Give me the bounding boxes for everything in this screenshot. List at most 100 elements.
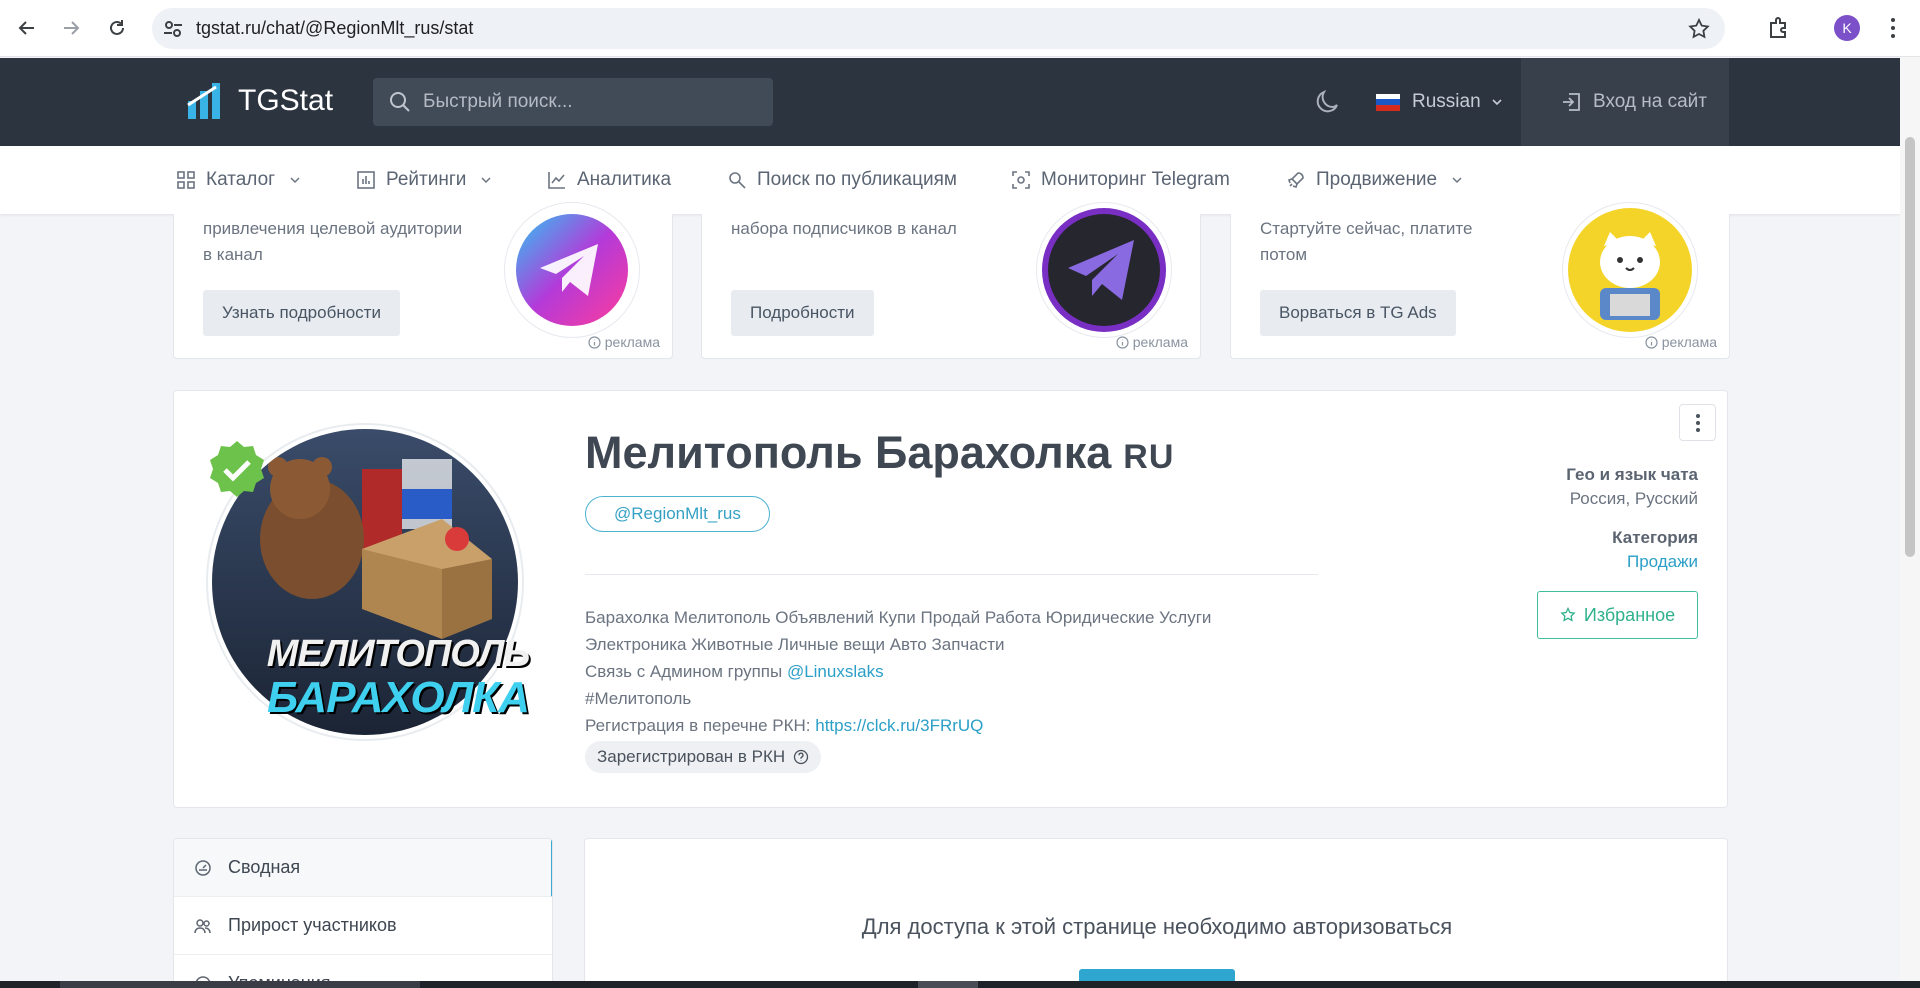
- nav-promotion-label: Продвижение: [1316, 169, 1438, 190]
- search-doc-icon: [729, 172, 746, 189]
- avatar-text-line2: БАРАХОЛКА: [266, 673, 530, 722]
- ad-marker: реклама: [1116, 334, 1188, 350]
- nav-analytics-label: Аналитика: [577, 169, 672, 190]
- reload-icon: [110, 20, 124, 35]
- channel-handle-link[interactable]: @RegionMlt_rus: [585, 496, 770, 532]
- ad-description: привлечения целевой аудитории в канал: [203, 219, 463, 264]
- ad-image[interactable]: [1562, 202, 1698, 338]
- ad-card: набора подписчиков в канал Подробности р…: [701, 202, 1201, 359]
- os-taskbar: [0, 981, 1920, 988]
- chevron-down-icon: [481, 177, 491, 184]
- rocket-icon: [1287, 172, 1304, 189]
- help-circle-icon: [794, 749, 809, 765]
- nav-telegram-monitoring-label: Мониторинг Telegram: [1041, 169, 1230, 190]
- url-text[interactable]: tgstat.ru/chat/@RegionMlt_rus/stat: [196, 8, 473, 49]
- arrow-right-icon: [64, 21, 80, 35]
- ad-details-button[interactable]: Подробности: [731, 290, 874, 336]
- nav-ratings[interactable]: Рейтинги: [356, 146, 492, 214]
- description-line: Связь с Админом группы @Linuxslaks: [585, 658, 1345, 685]
- info-icon: [588, 335, 601, 349]
- address-bar[interactable]: tgstat.ru/chat/@RegionMlt_rus/stat: [152, 8, 1725, 49]
- ad-card: привлечения целевой аудитории в канал Уз…: [173, 202, 673, 359]
- profile-avatar[interactable]: K: [1834, 15, 1860, 41]
- category-link[interactable]: Продажи: [1627, 552, 1698, 572]
- grid-icon: [177, 171, 195, 189]
- scrollbar-thumb[interactable]: [1905, 137, 1915, 557]
- ad-marker: реклама: [588, 334, 660, 350]
- bookmark-star-icon[interactable]: [1687, 17, 1711, 41]
- site-logo[interactable]: TGStat: [186, 80, 333, 122]
- login-label: Вход на сайт: [1593, 91, 1707, 112]
- nav-ratings-label: Рейтинги: [386, 169, 467, 190]
- channel-card: МЕЛИТОПОЛЬ БАРАХОЛКА Мелитополь Барахолк…: [173, 390, 1728, 808]
- sidebar-item-summary[interactable]: Сводная: [174, 839, 552, 897]
- ad-image[interactable]: [1036, 202, 1172, 338]
- auth-required-message: Для доступа к этой странице необходимо а…: [861, 914, 1453, 939]
- ad-marker: реклама: [1645, 334, 1717, 350]
- main-panel: Для доступа к этой странице необходимо а…: [584, 838, 1728, 988]
- ad-card: Стартуйте сейчас, платите потом Ворватьс…: [1230, 202, 1730, 359]
- description-line: Барахолка Мелитополь Объявлений Купи Про…: [585, 608, 1212, 627]
- russia-flag-icon: [1376, 93, 1400, 111]
- logo-text: TGStat: [238, 84, 334, 117]
- admin-contact-link[interactable]: @Linuxslaks: [787, 662, 884, 681]
- browser-menu-icon[interactable]: [1885, 14, 1901, 42]
- ad-tg-ads-button[interactable]: Ворваться в TG Ads: [1260, 290, 1456, 336]
- login-icon: [1563, 93, 1580, 111]
- tgstat-logo-icon: [187, 83, 220, 119]
- extensions-icon[interactable]: [1766, 15, 1792, 41]
- language-label: Russian: [1412, 91, 1481, 112]
- page-scrollbar[interactable]: [1900, 57, 1920, 981]
- forward-button[interactable]: [55, 12, 87, 44]
- description-line: Электроника Животные Личные вещи Авто За…: [585, 635, 1005, 654]
- favorite-label: Избранное: [1583, 604, 1676, 625]
- rkn-badge-label: Зарегистрирован в РКН: [597, 747, 786, 766]
- description-line: #Мелитополь: [585, 689, 692, 708]
- reload-button[interactable]: [101, 12, 133, 44]
- search-icon: [390, 92, 410, 112]
- description-text: Регистрация в перечне РКН:: [585, 716, 816, 735]
- rkn-registered-badge[interactable]: Зарегистрирован в РКН: [585, 741, 822, 773]
- ad-description: Стартуйте сейчас, платите потом: [1260, 219, 1473, 264]
- sidebar-item-label: Сводная: [228, 857, 301, 877]
- chevron-down-icon: [1492, 99, 1502, 106]
- divider: [585, 574, 1318, 575]
- taskbar-segment: [60, 981, 420, 988]
- info-icon: [1116, 335, 1129, 349]
- rkn-registration-link[interactable]: https://clck.ru/3FRrUQ: [815, 716, 983, 735]
- quick-search[interactable]: Быстрый поиск...: [373, 78, 773, 126]
- back-button[interactable]: [11, 12, 43, 44]
- ad-image[interactable]: [504, 202, 640, 338]
- channel-description: Барахолка Мелитополь Объявлений Купи Про…: [585, 604, 1345, 739]
- nav-promotion[interactable]: Продвижение: [1286, 146, 1463, 214]
- chevron-down-icon: [1452, 177, 1462, 184]
- language-selector[interactable]: Russian: [1376, 84, 1503, 120]
- ad-learn-more-button[interactable]: Узнать подробности: [203, 290, 400, 336]
- browser-toolbar: tgstat.ru/chat/@RegionMlt_rus/stat K: [0, 0, 1920, 57]
- ad-marker-label: реклама: [604, 334, 660, 350]
- site-settings-icon[interactable]: [162, 18, 184, 40]
- cat-mascot-icon: [1568, 208, 1692, 332]
- description-line: Регистрация в перечне РКН: https://clck.…: [585, 712, 1345, 739]
- site-header: TGStat Быстрый поиск... Russian Вход на …: [0, 58, 1900, 146]
- favorite-button[interactable]: Избранное: [1537, 591, 1698, 639]
- nav-catalog-label: Каталог: [206, 169, 276, 190]
- verified-badge-icon: [210, 441, 264, 497]
- ad-marker-label: реклама: [1132, 334, 1188, 350]
- nav-catalog[interactable]: Каталог: [176, 146, 301, 214]
- info-icon: [1645, 335, 1658, 349]
- nav-publication-search[interactable]: Поиск по публикациям: [727, 146, 957, 214]
- channel-menu-button[interactable]: [1679, 404, 1716, 441]
- description-text: Связь с Админом группы: [585, 662, 787, 681]
- kebab-menu-icon: [1695, 413, 1700, 432]
- login-button[interactable]: Вход на сайт: [1521, 58, 1729, 146]
- users-icon: [194, 918, 211, 933]
- channel-title-text: Мелитополь Барахолка: [585, 427, 1112, 478]
- search-input[interactable]: Быстрый поиск...: [423, 78, 573, 126]
- chevron-down-icon: [290, 177, 300, 184]
- dashboard-icon: [195, 859, 211, 876]
- stats-sidebar: Сводная Прирост участников Упоминания: [173, 838, 553, 988]
- dark-mode-toggle-icon[interactable]: [1313, 88, 1341, 116]
- geo-value: Россия, Русский: [1569, 489, 1698, 508]
- sidebar-item-member-growth[interactable]: Прирост участников: [174, 897, 552, 955]
